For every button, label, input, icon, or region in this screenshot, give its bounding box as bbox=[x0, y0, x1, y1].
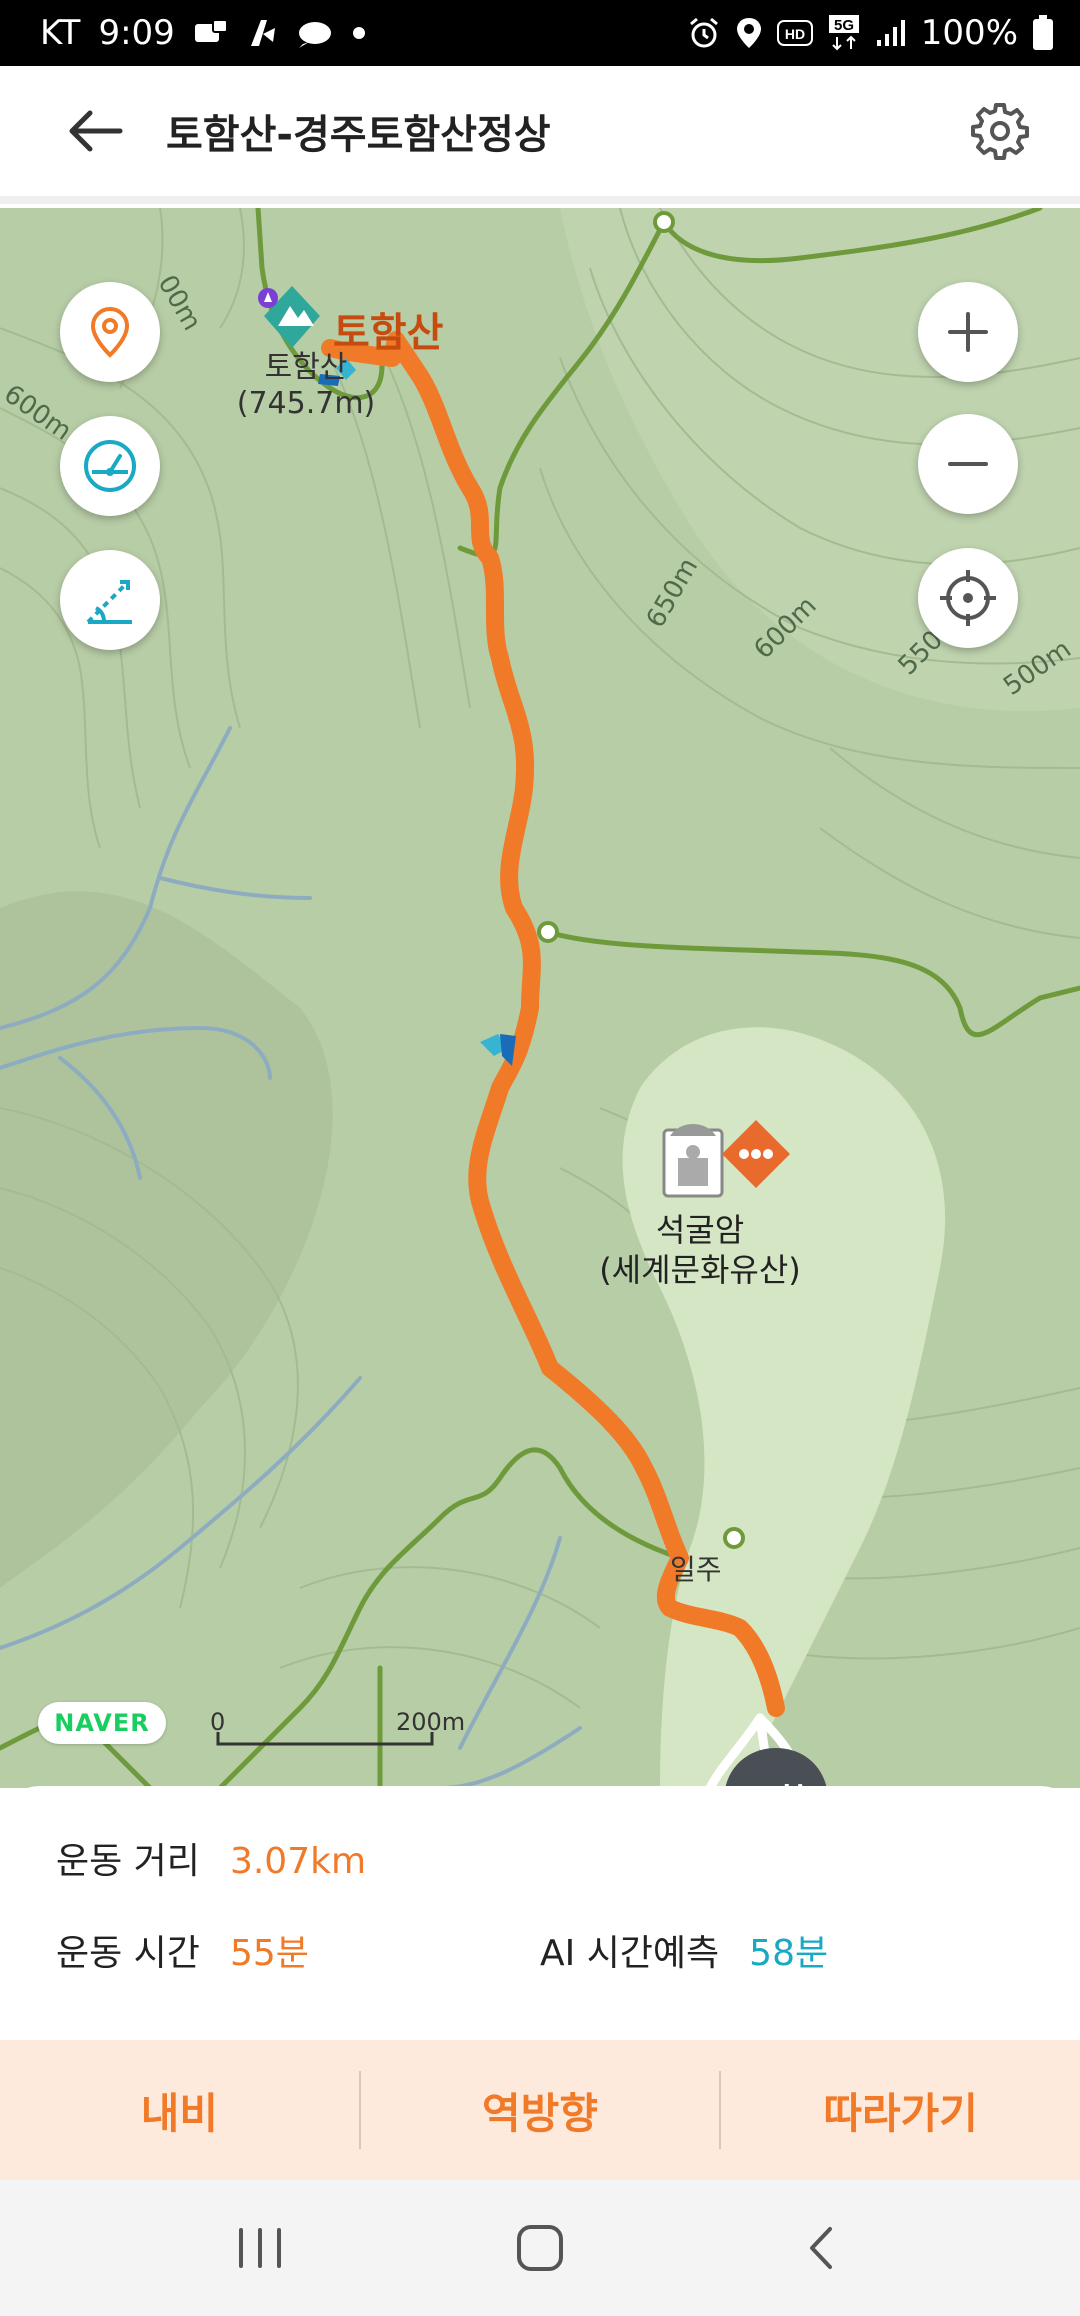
svg-text:5G: 5G bbox=[834, 17, 854, 34]
peak-label-elevation: (745.7m) bbox=[236, 386, 376, 421]
reverse-button[interactable]: 역방향 bbox=[361, 2040, 720, 2180]
signal-icon bbox=[875, 18, 907, 48]
notification-icon bbox=[193, 18, 229, 48]
distance-row: 운동 거리 3.07km bbox=[56, 1832, 366, 1884]
time-label: 운동 시간 bbox=[56, 1933, 200, 1974]
my-location-button[interactable] bbox=[918, 548, 1018, 648]
speedometer-icon bbox=[84, 440, 136, 492]
recent-apps-icon bbox=[239, 2228, 281, 2268]
poi-label-name: 석굴암 bbox=[655, 1211, 745, 1249]
status-left: KT 9:09 bbox=[40, 13, 367, 53]
home-button[interactable] bbox=[485, 2193, 595, 2303]
ai-estimate-value: 58분 bbox=[749, 1933, 829, 1974]
status-bar: KT 9:09 HD 5G 100% bbox=[0, 0, 1080, 66]
speed-button[interactable] bbox=[60, 416, 160, 516]
gear-icon bbox=[971, 103, 1029, 160]
scale-bar: 0 200m bbox=[210, 1708, 465, 1748]
page-title: 토함산-경주토함산정상 bbox=[166, 112, 551, 158]
back-nav-button[interactable] bbox=[765, 2193, 875, 2303]
dot-icon bbox=[351, 25, 367, 41]
settings-button[interactable] bbox=[960, 91, 1040, 171]
navigation-button[interactable]: 내비 bbox=[0, 2040, 359, 2180]
status-right: HD 5G 100% bbox=[687, 13, 1054, 53]
arrow-left-icon bbox=[69, 110, 123, 152]
peak-label: 토함산 (745.7m) bbox=[236, 350, 376, 422]
slope-button[interactable] bbox=[60, 550, 160, 650]
distance-label: 운동 거리 bbox=[56, 1841, 200, 1882]
crosshair-icon bbox=[940, 570, 996, 626]
distance-value: 3.07km bbox=[229, 1841, 367, 1882]
cloud-icon bbox=[295, 18, 333, 48]
home-icon bbox=[517, 2225, 563, 2271]
back-button[interactable] bbox=[46, 81, 146, 181]
carrier: KT bbox=[40, 13, 81, 53]
trail-label: 일주 bbox=[670, 1553, 722, 1586]
hd-icon: HD bbox=[776, 19, 813, 47]
poi-label-sub: (세계문화유산) bbox=[599, 1251, 801, 1289]
info-panel: 운동 거리 3.07km 운동 시간 55분 AI 시간예측 58분 bbox=[0, 1786, 1080, 2040]
follow-button[interactable]: 따라가기 bbox=[721, 2040, 1080, 2180]
ai-estimate-row: AI 시간예측 58분 bbox=[540, 1924, 828, 1976]
ai-estimate-label: AI 시간예측 bbox=[540, 1933, 720, 1974]
chevron-left-icon bbox=[810, 2227, 832, 2269]
notification-icon bbox=[247, 16, 277, 50]
arrival-marker[interactable]: 도착 bbox=[718, 1744, 834, 1788]
app-bar: 토함산-경주토함산정상 bbox=[0, 66, 1080, 204]
map-view[interactable]: 00m 600m 650m 600m 550 500m 토함산 토함산 (745… bbox=[0, 208, 1080, 1788]
battery-icon bbox=[1032, 15, 1054, 51]
action-bar: 내비 역방향 따라가기 bbox=[0, 2040, 1080, 2180]
battery-percent: 100% bbox=[920, 13, 1018, 53]
location-icon bbox=[735, 16, 763, 50]
naver-logo[interactable]: NAVER bbox=[38, 1702, 166, 1744]
svg-text:HD: HD bbox=[785, 26, 805, 42]
poi-label[interactable]: 석굴암 (세계문화유산) bbox=[580, 1210, 820, 1290]
zoom-out-button[interactable] bbox=[918, 414, 1018, 514]
zoom-out-icon bbox=[948, 462, 988, 466]
map-canvas bbox=[0, 208, 1080, 1788]
zoom-in-icon bbox=[948, 312, 988, 352]
peak-label-name: 토함산 bbox=[264, 350, 348, 385]
slope-icon bbox=[86, 580, 132, 624]
location-pin-icon bbox=[90, 306, 130, 358]
system-nav-bar bbox=[0, 2180, 1080, 2316]
zoom-in-button[interactable] bbox=[918, 282, 1018, 382]
time-row: 운동 시간 55분 bbox=[56, 1924, 309, 1976]
location-marker-button[interactable] bbox=[60, 282, 160, 382]
5g-icon: 5G bbox=[827, 15, 861, 51]
recent-apps-button[interactable] bbox=[205, 2193, 315, 2303]
time-value: 55분 bbox=[229, 1933, 309, 1974]
clock: 9:09 bbox=[98, 13, 175, 53]
alarm-icon bbox=[687, 16, 721, 50]
